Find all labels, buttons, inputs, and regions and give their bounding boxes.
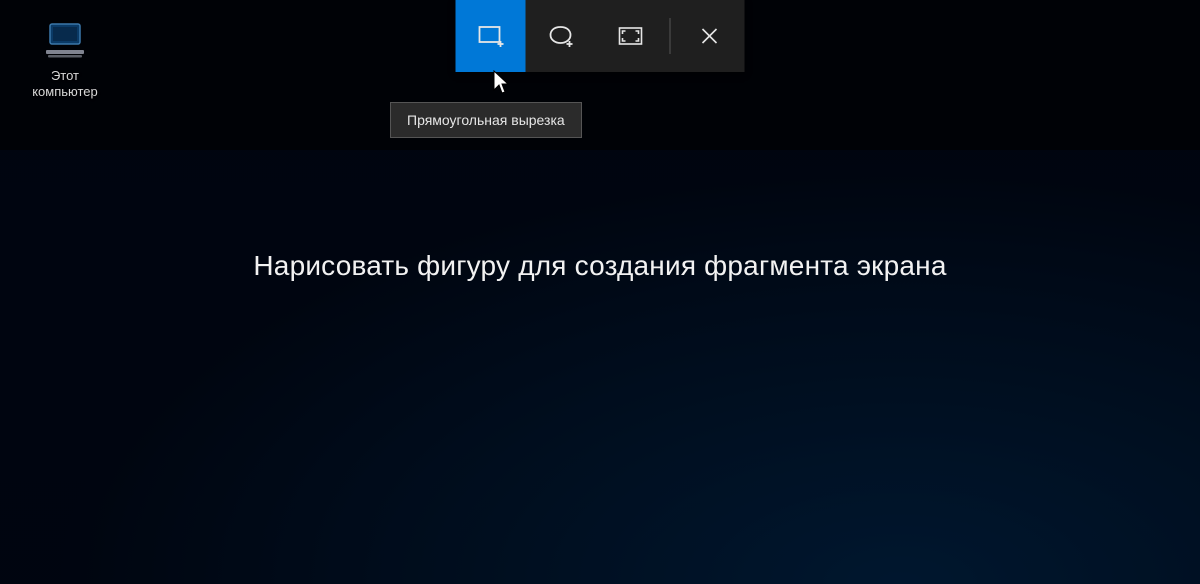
snip-toolbar	[456, 0, 745, 72]
freeform-snip-icon	[548, 24, 574, 48]
desktop-icon-label: Этот компьютер	[32, 68, 98, 101]
computer-icon	[42, 22, 88, 62]
rectangle-snip-icon	[478, 25, 504, 47]
snip-instruction-text: Нарисовать фигуру для создания фрагмента…	[0, 250, 1200, 282]
desktop-icon-this-pc[interactable]: Этот компьютер	[20, 22, 110, 101]
toolbar-separator	[670, 18, 671, 54]
rectangular-snip-button[interactable]	[456, 0, 526, 72]
tooltip-rectangular-snip: Прямоугольная вырезка	[390, 102, 582, 138]
fullscreen-snip-icon	[618, 26, 644, 46]
close-button[interactable]	[675, 0, 745, 72]
close-icon	[701, 27, 719, 45]
fullscreen-snip-button[interactable]	[596, 0, 666, 72]
freeform-snip-button[interactable]	[526, 0, 596, 72]
